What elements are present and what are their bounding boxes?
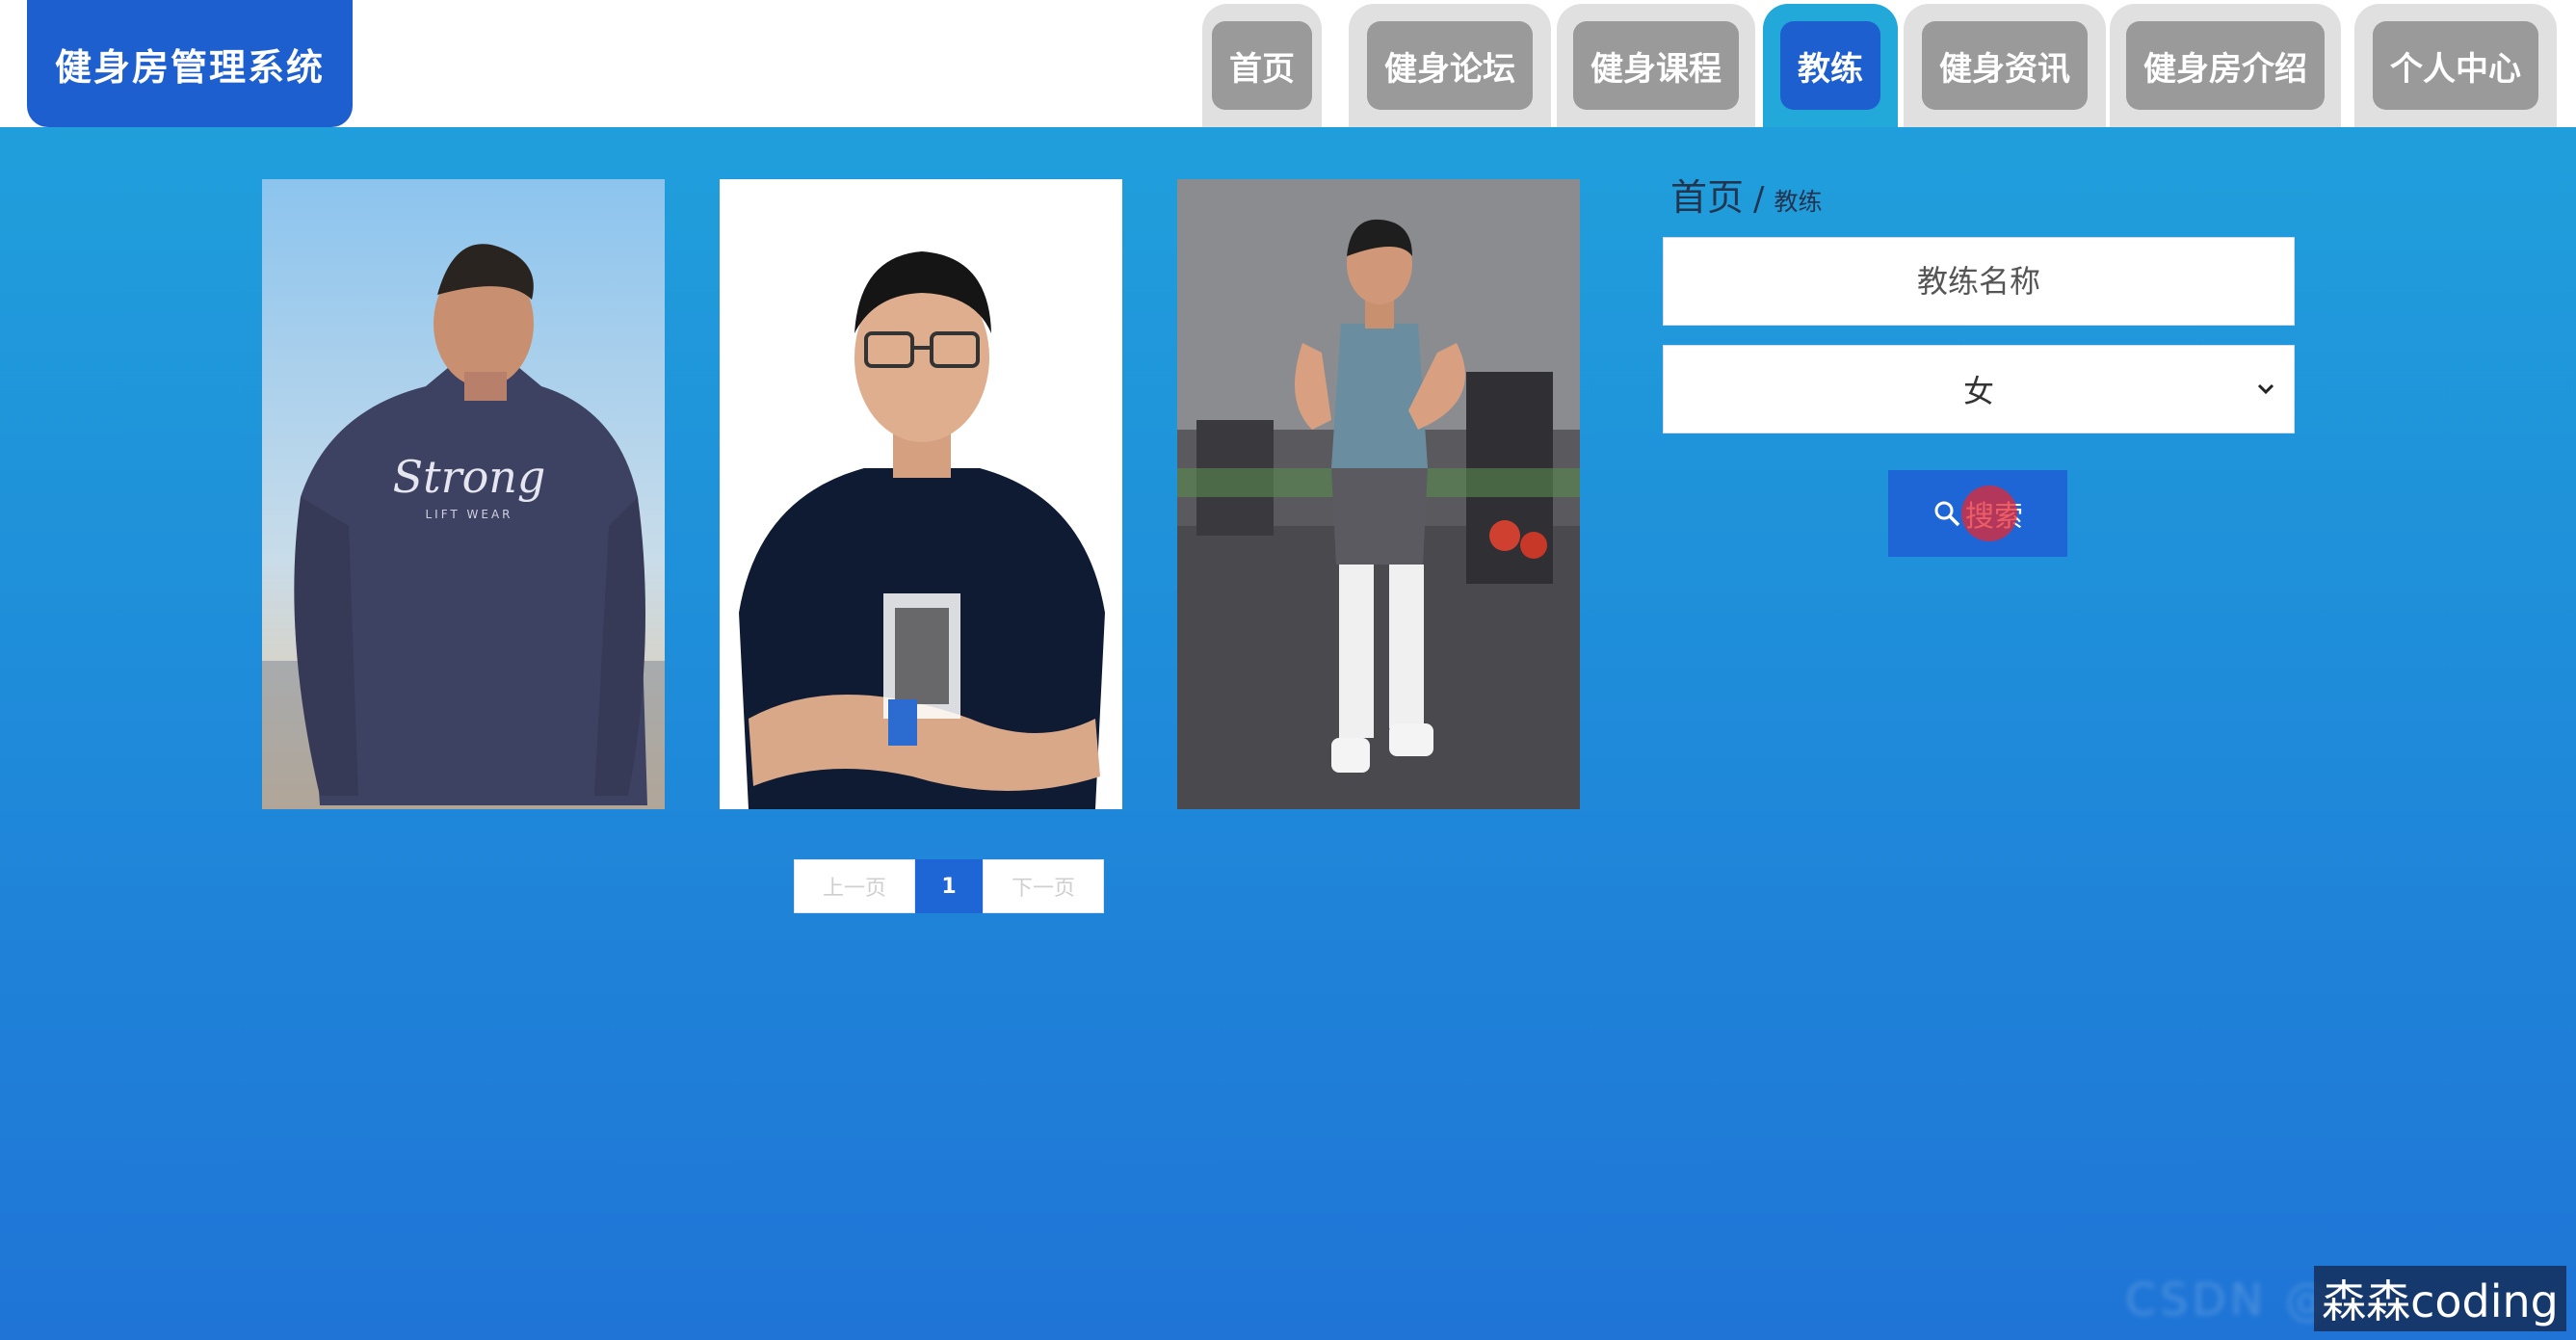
coach-card[interactable]: [720, 179, 1122, 809]
current-page-button[interactable]: 1: [915, 859, 983, 913]
breadcrumb-current: 教练: [1774, 188, 1823, 216]
search-button-label: 搜索: [1965, 501, 2023, 533]
brand-logo[interactable]: 健身房管理系统: [27, 0, 353, 127]
nav-tab-label: 健身论坛: [1367, 21, 1533, 110]
search-button[interactable]: 搜索: [1888, 470, 2067, 557]
nav-tab-label: 教练: [1780, 21, 1880, 110]
nav-tab-gym-intro[interactable]: 健身房介绍: [2110, 4, 2341, 127]
nav-tab-label: 首页: [1212, 21, 1312, 110]
coach-photo: [1177, 179, 1580, 809]
coach-card[interactable]: [1177, 179, 1580, 809]
search-icon: [1934, 501, 1960, 527]
next-page-button[interactable]: 下一页: [983, 859, 1104, 913]
nav-tab-coaches[interactable]: 教练: [1763, 4, 1898, 127]
gender-select[interactable]: 女: [1663, 345, 2295, 434]
nav-tab-label: 个人中心: [2373, 21, 2538, 110]
shirt-logo-text: Strong: [393, 451, 546, 503]
breadcrumb-home[interactable]: 首页: [1670, 168, 1744, 221]
coach-photo: [720, 179, 1122, 809]
nav-tab-label: 健身课程: [1573, 21, 1739, 110]
nav-tab-label: 健身资讯: [1922, 21, 2088, 110]
chevron-down-icon: [2257, 383, 2274, 395]
nav-tab-forum[interactable]: 健身论坛: [1349, 4, 1551, 127]
nav-tab-courses[interactable]: 健身课程: [1557, 4, 1755, 127]
pagination: 上一页 1 下一页: [794, 859, 1104, 913]
coach-photo: Strong LIFT WEAR: [262, 179, 665, 809]
shirt-logo-sub: LIFT WEAR: [425, 508, 513, 521]
coach-name-input[interactable]: [1663, 237, 2295, 326]
breadcrumb: 首页 / 教练: [1670, 168, 1823, 221]
nav-tab-home[interactable]: 首页: [1202, 4, 1322, 127]
prev-page-button[interactable]: 上一页: [794, 859, 915, 913]
blurred-watermark: CSDN @: [2125, 1274, 2333, 1326]
author-watermark: 森森coding: [2314, 1266, 2566, 1331]
top-header: 健身房管理系统 首页 健身论坛 健身课程 教练 健身资讯 健身房介绍 个人中心: [0, 0, 2576, 127]
nav-tab-profile[interactable]: 个人中心: [2354, 4, 2557, 127]
coach-card[interactable]: Strong LIFT WEAR: [262, 179, 665, 809]
nav-tab-news[interactable]: 健身资讯: [1904, 4, 2106, 127]
gender-select-value: 女: [1962, 373, 1994, 409]
breadcrumb-separator: /: [1753, 180, 1765, 219]
nav-tab-label: 健身房介绍: [2126, 21, 2325, 110]
